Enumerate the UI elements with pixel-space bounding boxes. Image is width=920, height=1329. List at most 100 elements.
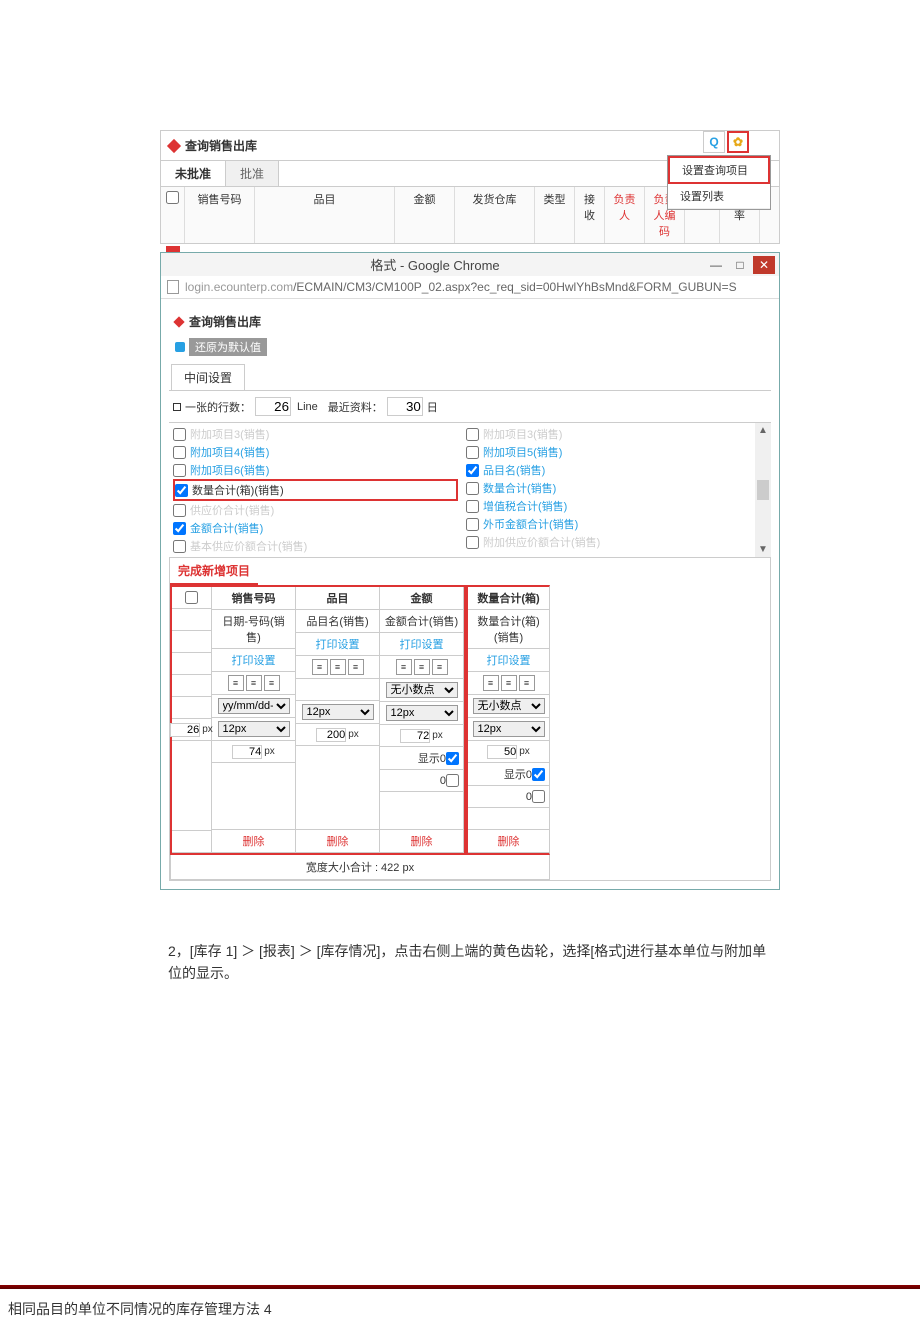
gear-icon[interactable]: ✿ [727, 131, 749, 153]
delete-button[interactable]: 删除 [296, 830, 379, 853]
checkbox-label: 附加项目6(销售) [190, 462, 269, 478]
checkbox-item[interactable]: 金额合计(销售) [173, 519, 458, 537]
align-center-icon[interactable]: ≡ [414, 659, 430, 675]
checkbox-item[interactable]: 附加项目4(销售) [173, 443, 458, 461]
reset-button[interactable]: 还原为默认值 [189, 338, 267, 356]
align-center-icon[interactable]: ≡ [330, 659, 346, 675]
new-items-table: px 销售号码 日期-号码(销售) 打印设置 ≡≡≡ yy/mm/dd-n 12… [170, 585, 466, 855]
checkbox-item[interactable]: 数量合计(箱)(销售) [173, 479, 458, 501]
checkbox-item[interactable]: 附加供应价额合计(销售) [466, 533, 751, 551]
align-left-icon[interactable]: ≡ [396, 659, 412, 675]
font-select[interactable]: 12px [218, 721, 290, 737]
align-right-icon[interactable]: ≡ [348, 659, 364, 675]
checkbox-label: 基本供应价额合计(销售) [190, 538, 307, 554]
item-checkbox[interactable] [466, 536, 479, 549]
item-checkbox[interactable] [466, 428, 479, 441]
item-checkbox[interactable] [466, 500, 479, 513]
item-checkbox[interactable] [466, 518, 479, 531]
checkbox-label: 数量合计(箱)(销售) [192, 482, 284, 498]
new-section-title: 完成新增项目 [170, 558, 258, 585]
font-select[interactable]: 12px [302, 704, 374, 720]
checkbox-label: 附加项目3(销售) [190, 426, 269, 442]
scrollbar[interactable]: ▲ ▼ [755, 423, 771, 557]
item-checkbox[interactable] [466, 464, 479, 477]
scroll-thumb[interactable] [757, 480, 769, 500]
width-0[interactable] [170, 723, 200, 737]
search-icon[interactable]: Q [703, 131, 725, 153]
checkbox-col-right: 附加项目3(销售)附加项目5(销售)品目名(销售)数量合计(销售)增值税合计(销… [462, 423, 755, 557]
show0-checkbox[interactable] [446, 752, 459, 765]
checkbox-item[interactable]: 品目名(销售) [466, 461, 751, 479]
item-checkbox[interactable] [173, 446, 186, 459]
chrome-title: 格式 - Google Chrome [165, 255, 705, 274]
col-store: 发货仓库 [455, 187, 535, 243]
dropdown-set-list[interactable]: 设置列表 [668, 184, 770, 209]
recent-label: 最近资料： [328, 399, 383, 415]
checkbox-label: 金额合计(销售) [190, 520, 263, 536]
checkbox-item[interactable]: 增值税合计(销售) [466, 497, 751, 515]
recent-input[interactable] [387, 397, 423, 416]
tab-approved[interactable]: 批准 [226, 161, 279, 186]
scroll-up-icon[interactable]: ▲ [758, 425, 768, 436]
item-checkbox[interactable] [173, 540, 186, 553]
zero-checkbox[interactable] [446, 774, 459, 787]
checkbox-item[interactable]: 数量合计(销售) [466, 479, 751, 497]
item-checkbox[interactable] [175, 484, 188, 497]
print-set-link[interactable]: 打印设置 [212, 649, 295, 672]
main-window: 查询销售出库 Q ✿ 设置查询项目 设置列表 未批准 批准 表 [160, 130, 780, 187]
header-checkbox[interactable] [166, 191, 179, 204]
date-format-select[interactable]: yy/mm/dd-n [218, 698, 290, 714]
item-checkbox[interactable] [466, 482, 479, 495]
align-left-icon[interactable]: ≡ [312, 659, 328, 675]
print-set-link[interactable]: 打印设置 [380, 633, 463, 656]
recent-unit: 日 [427, 399, 438, 415]
item-checkbox[interactable] [466, 446, 479, 459]
item-checkbox[interactable] [173, 504, 186, 517]
align-right-icon[interactable]: ≡ [432, 659, 448, 675]
zero-checkbox[interactable] [532, 790, 545, 803]
decimal-select[interactable]: 无小数点 [473, 698, 545, 714]
align-left-icon[interactable]: ≡ [228, 675, 244, 691]
delete-button[interactable]: 删除 [380, 830, 463, 853]
align-right-icon[interactable]: ≡ [264, 675, 280, 691]
rows-input[interactable] [255, 397, 291, 416]
close-button[interactable]: ✕ [753, 256, 775, 274]
checkbox-item[interactable]: 基本供应价额合计(销售) [173, 537, 458, 555]
font-select[interactable]: 12px [386, 705, 458, 721]
col-code: 销售号码 [185, 187, 255, 243]
checkbox-item[interactable]: 附加项目3(销售) [173, 425, 458, 443]
show0-checkbox[interactable] [532, 768, 545, 781]
col-item: 品目 [255, 187, 395, 243]
width-1[interactable] [232, 745, 262, 759]
align-right-icon[interactable]: ≡ [519, 675, 535, 691]
scroll-down-icon[interactable]: ▼ [758, 544, 768, 555]
delete-button[interactable]: 删除 [212, 830, 295, 853]
dropdown-set-query[interactable]: 设置查询项目 [668, 156, 770, 184]
middle-settings-tab[interactable]: 中间设置 [171, 364, 245, 390]
checkbox-item[interactable]: 附加项目5(销售) [466, 443, 751, 461]
width-4[interactable] [487, 745, 517, 759]
print-set-link[interactable]: 打印设置 [296, 633, 379, 656]
width-3[interactable] [400, 729, 430, 743]
item-checkbox[interactable] [173, 464, 186, 477]
inner-title: 查询销售出库 [189, 313, 261, 330]
font-select[interactable]: 12px [473, 721, 545, 737]
checkbox-item[interactable]: 附加项目3(销售) [466, 425, 751, 443]
align-left-icon[interactable]: ≡ [483, 675, 499, 691]
print-set-link[interactable]: 打印设置 [468, 649, 549, 672]
decimal-select[interactable]: 无小数点 [386, 682, 458, 698]
align-center-icon[interactable]: ≡ [501, 675, 517, 691]
delete-button[interactable]: 删除 [468, 830, 549, 853]
align-center-icon[interactable]: ≡ [246, 675, 262, 691]
maximize-button[interactable]: □ [729, 256, 751, 274]
item-checkbox[interactable] [173, 522, 186, 535]
row-checkbox[interactable] [185, 591, 198, 604]
item-checkbox[interactable] [173, 428, 186, 441]
checkbox-item[interactable]: 供应价合计(销售) [173, 501, 458, 519]
checkbox-item[interactable]: 外币金额合计(销售) [466, 515, 751, 533]
minimize-button[interactable]: — [705, 256, 727, 274]
tab-pending[interactable]: 未批准 [161, 161, 226, 186]
hdr-qty: 数量合计(箱) [468, 587, 549, 610]
width-2[interactable] [316, 728, 346, 742]
checkbox-item[interactable]: 附加项目6(销售) [173, 461, 458, 479]
